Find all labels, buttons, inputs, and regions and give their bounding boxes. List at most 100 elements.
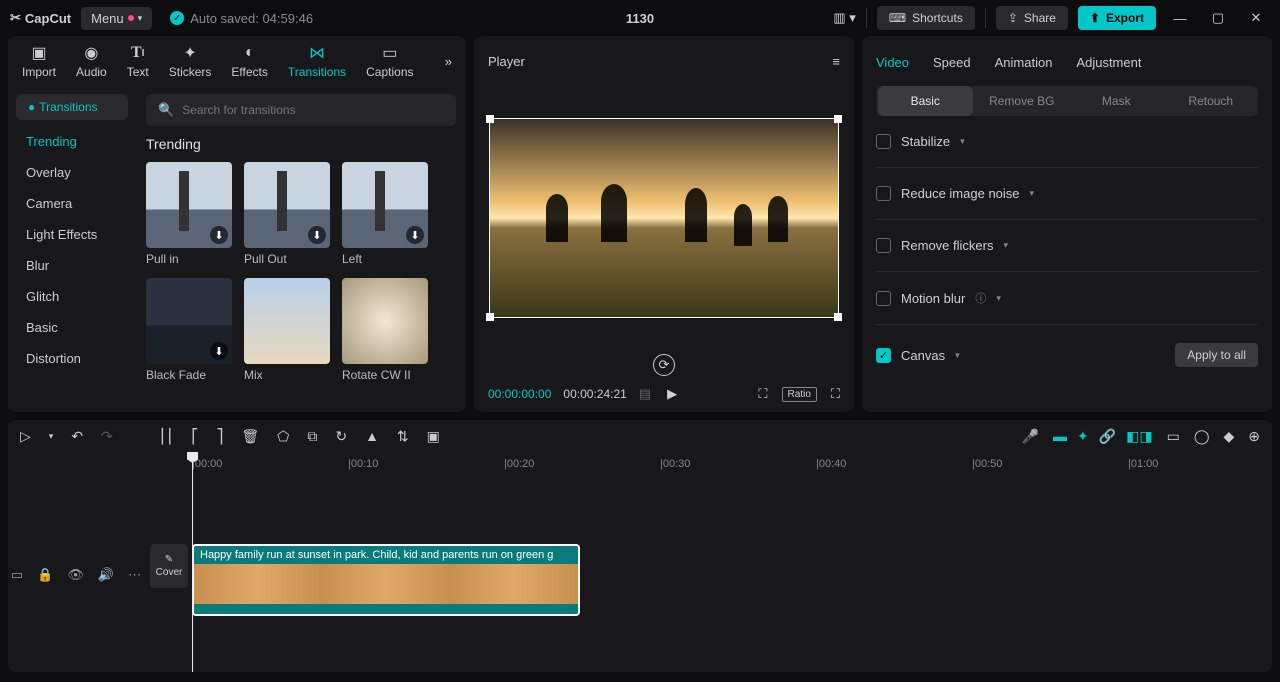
magnet-on-icon[interactable]: ▬ (1053, 428, 1067, 444)
crop-icon[interactable]: ▣ (427, 428, 440, 445)
align-icon[interactable]: ◧◨ (1126, 428, 1152, 445)
prop-motionblur[interactable]: Motion blur ⓘ ▾ (876, 272, 1258, 325)
info-icon[interactable]: ⓘ (975, 290, 986, 306)
search-box[interactable]: 🔍 (146, 94, 456, 126)
subtab-mask[interactable]: Mask (1069, 86, 1164, 116)
thumb-mix[interactable]: Mix (244, 278, 330, 382)
more-tabs-icon[interactable]: » (445, 54, 452, 69)
checkbox-noise[interactable] (876, 186, 891, 201)
trim-left-icon[interactable]: ⎡ (191, 428, 198, 445)
lock-icon[interactable]: 🔒 (37, 567, 53, 583)
tab-text[interactable]: TIText (127, 43, 149, 79)
playhead[interactable] (192, 452, 193, 672)
share-button[interactable]: ⇪ Share (996, 6, 1068, 30)
cat-light[interactable]: Light Effects (16, 219, 128, 250)
minimize-button[interactable]: — (1166, 4, 1194, 32)
handle-br[interactable] (834, 313, 842, 321)
cat-camera[interactable]: Camera (16, 188, 128, 219)
video-clip[interactable]: Happy family run at sunset in park. Chil… (192, 544, 580, 616)
play-button[interactable]: ▶ (667, 386, 677, 402)
cat-blur[interactable]: Blur (16, 250, 128, 281)
thumb-left[interactable]: ⬇Left (342, 162, 428, 266)
download-icon[interactable]: ⬇ (210, 342, 228, 360)
props-tab-speed[interactable]: Speed (933, 55, 971, 70)
tab-captions[interactable]: ▭Captions (366, 43, 413, 79)
preview-icon[interactable]: ▭ (1167, 428, 1180, 445)
snap-icon[interactable]: ✦ (1077, 428, 1089, 445)
mute-icon[interactable]: 🔊 (98, 567, 114, 583)
tab-stickers[interactable]: ✦Stickers (169, 43, 212, 79)
tab-effects[interactable]: ◐Effects (231, 43, 267, 79)
search-input[interactable] (182, 103, 444, 117)
zoom-in-icon[interactable]: ⊕ (1248, 428, 1260, 445)
prop-canvas[interactable]: ✓ Canvas ▾ Apply to all (876, 325, 1258, 385)
timeline-body[interactable]: |00:00 |00:10 |00:20 |00:30 |00:40 |00:5… (8, 452, 1272, 672)
prop-stabilize[interactable]: Stabilize ▾ (876, 116, 1258, 168)
export-button[interactable]: ⬆ Export (1078, 6, 1156, 30)
subtab-retouch[interactable]: Retouch (1164, 86, 1259, 116)
cat-overlay[interactable]: Overlay (16, 157, 128, 188)
sync-icon[interactable]: ⟳ (653, 354, 675, 376)
prop-flicker[interactable]: Remove flickers ▾ (876, 220, 1258, 272)
caret-icon[interactable]: ▾ (1003, 240, 1008, 251)
track-collapse-icon[interactable]: ▭ (11, 567, 23, 583)
duplicate-icon[interactable]: ⧉ (307, 428, 317, 445)
caret-icon[interactable]: ▾ (955, 350, 960, 361)
thumb-rotate[interactable]: Rotate CW II (342, 278, 428, 382)
checkbox-stabilize[interactable] (876, 134, 891, 149)
caret-icon[interactable]: ▾ (960, 136, 965, 147)
mirror-icon[interactable]: ▲ (365, 428, 379, 444)
track-more-icon[interactable]: ⋯ (128, 567, 141, 583)
cat-trending[interactable]: Trending (16, 126, 128, 157)
trim-right-icon[interactable]: ⎤ (216, 428, 223, 445)
split-icon[interactable]: ⎮⎮ (159, 428, 174, 445)
shortcuts-button[interactable]: ⌨ Shortcuts (877, 6, 975, 30)
focus-icon[interactable]: ⛶ (758, 386, 767, 402)
preview-frame[interactable] (489, 118, 839, 318)
props-tab-animation[interactable]: Animation (995, 55, 1053, 70)
download-icon[interactable]: ⬇ (406, 226, 424, 244)
download-icon[interactable]: ⬇ (210, 226, 228, 244)
fullscreen-icon[interactable]: ⛶ (831, 386, 840, 402)
close-button[interactable]: ✕ (1242, 4, 1270, 32)
maximize-button[interactable]: ▢ (1204, 4, 1232, 32)
visibility-icon[interactable]: 👁 (67, 567, 84, 583)
cat-glitch[interactable]: Glitch (16, 281, 128, 312)
mic-icon[interactable]: 🎤 (1022, 428, 1039, 445)
checkbox-flicker[interactable] (876, 238, 891, 253)
rotate-icon[interactable]: ↻ (335, 428, 347, 445)
undo-icon[interactable]: ↶ (71, 428, 83, 445)
track-height-icon[interactable]: ◯ (1194, 428, 1210, 445)
redo-icon[interactable]: ↷ (101, 428, 113, 445)
cover-button[interactable]: ✎ Cover (150, 544, 188, 588)
props-tab-video[interactable]: Video (876, 55, 909, 70)
checkbox-canvas[interactable]: ✓ (876, 348, 891, 363)
handle-tr[interactable] (834, 115, 842, 123)
thumb-black-fade[interactable]: ⬇Black Fade (146, 278, 232, 382)
tab-import[interactable]: ▣Import (22, 43, 56, 79)
zoom-slider-icon[interactable]: ◆ (1223, 428, 1234, 445)
tab-transitions[interactable]: ⋈Transitions (288, 43, 346, 79)
thumb-pull-in[interactable]: ⬇Pull in (146, 162, 232, 266)
flip-icon[interactable]: ⇅ (397, 428, 409, 445)
player-menu-icon[interactable]: ≡ (832, 54, 840, 69)
thumb-pull-out[interactable]: ⬇Pull Out (244, 162, 330, 266)
link-icon[interactable]: 🔗 (1099, 428, 1116, 445)
tab-audio[interactable]: ◉Audio (76, 43, 107, 79)
menu-button[interactable]: Menu ▾ (81, 7, 152, 30)
download-icon[interactable]: ⬇ (308, 226, 326, 244)
checkbox-motionblur[interactable] (876, 291, 891, 306)
preview-area[interactable] (488, 76, 840, 350)
handle-tl[interactable] (486, 115, 494, 123)
quality-icon[interactable]: ▤ (639, 386, 651, 402)
delete-icon[interactable]: 🗑 (241, 428, 259, 445)
dropdown-icon[interactable]: ▾ (49, 431, 54, 442)
mark-icon[interactable]: ⬠ (277, 428, 289, 445)
caret-icon[interactable]: ▾ (996, 293, 1001, 304)
layout-icon[interactable]: ▥ ▾ (833, 10, 855, 26)
cat-basic[interactable]: Basic (16, 312, 128, 343)
subtab-removebg[interactable]: Remove BG (975, 86, 1070, 116)
caret-icon[interactable]: ▾ (1030, 188, 1035, 199)
ratio-button[interactable]: Ratio (782, 387, 817, 402)
pointer-tool-icon[interactable]: ▷ (20, 428, 31, 445)
